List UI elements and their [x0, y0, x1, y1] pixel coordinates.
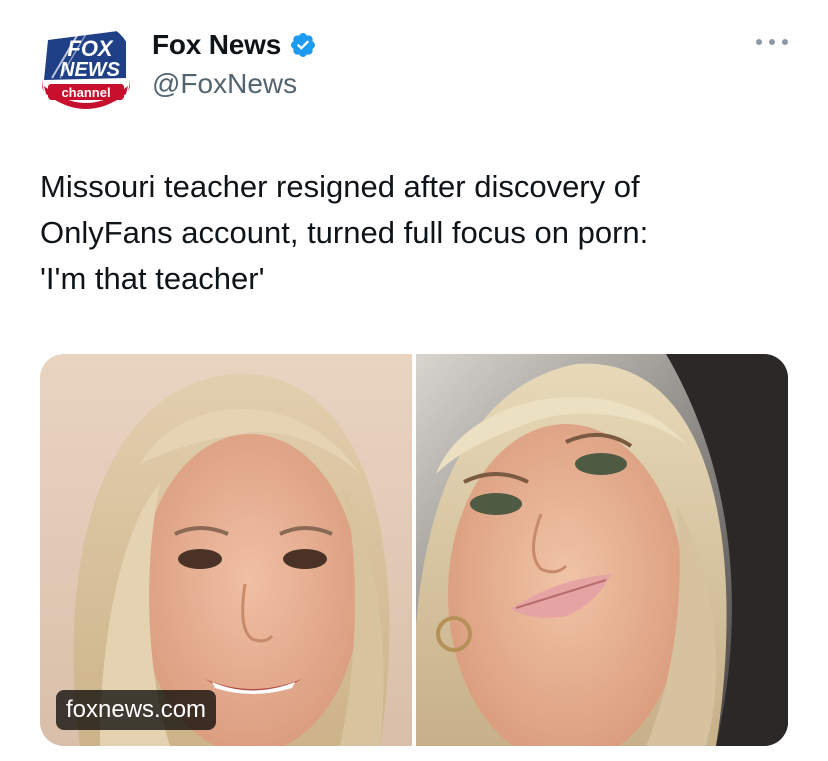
- logo-text-news: NEWS: [60, 59, 121, 81]
- author-handle[interactable]: @FoxNews: [152, 68, 317, 100]
- verified-badge-icon: [289, 31, 317, 59]
- logo-text-fox: FOX: [67, 36, 114, 61]
- tweet-text-line: Missouri teacher resigned after discover…: [40, 169, 640, 204]
- tweet-text-line: 'I'm that teacher': [40, 261, 265, 296]
- logo-text-channel: channel: [61, 85, 110, 100]
- fox-news-logo: FOX NEWS channel: [38, 20, 134, 116]
- photo-left: [40, 354, 412, 746]
- author-info: Fox News @FoxNews: [152, 28, 317, 100]
- tweet-text-line: OnlyFans account, turned full focus on p…: [40, 215, 649, 250]
- link-card-media[interactable]: foxnews.com: [40, 354, 788, 746]
- link-source-badge: foxnews.com: [56, 690, 217, 730]
- tweet-text: Missouri teacher resigned after discover…: [40, 164, 800, 302]
- author-avatar[interactable]: FOX NEWS channel: [38, 20, 134, 116]
- author-display-name[interactable]: Fox News: [152, 29, 281, 61]
- more-options-icon[interactable]: [756, 32, 788, 52]
- name-row: Fox News: [152, 28, 317, 62]
- photo-right: [416, 354, 788, 746]
- tweet-card[interactable]: FOX NEWS channel Fox News @FoxNews Misso…: [0, 0, 828, 761]
